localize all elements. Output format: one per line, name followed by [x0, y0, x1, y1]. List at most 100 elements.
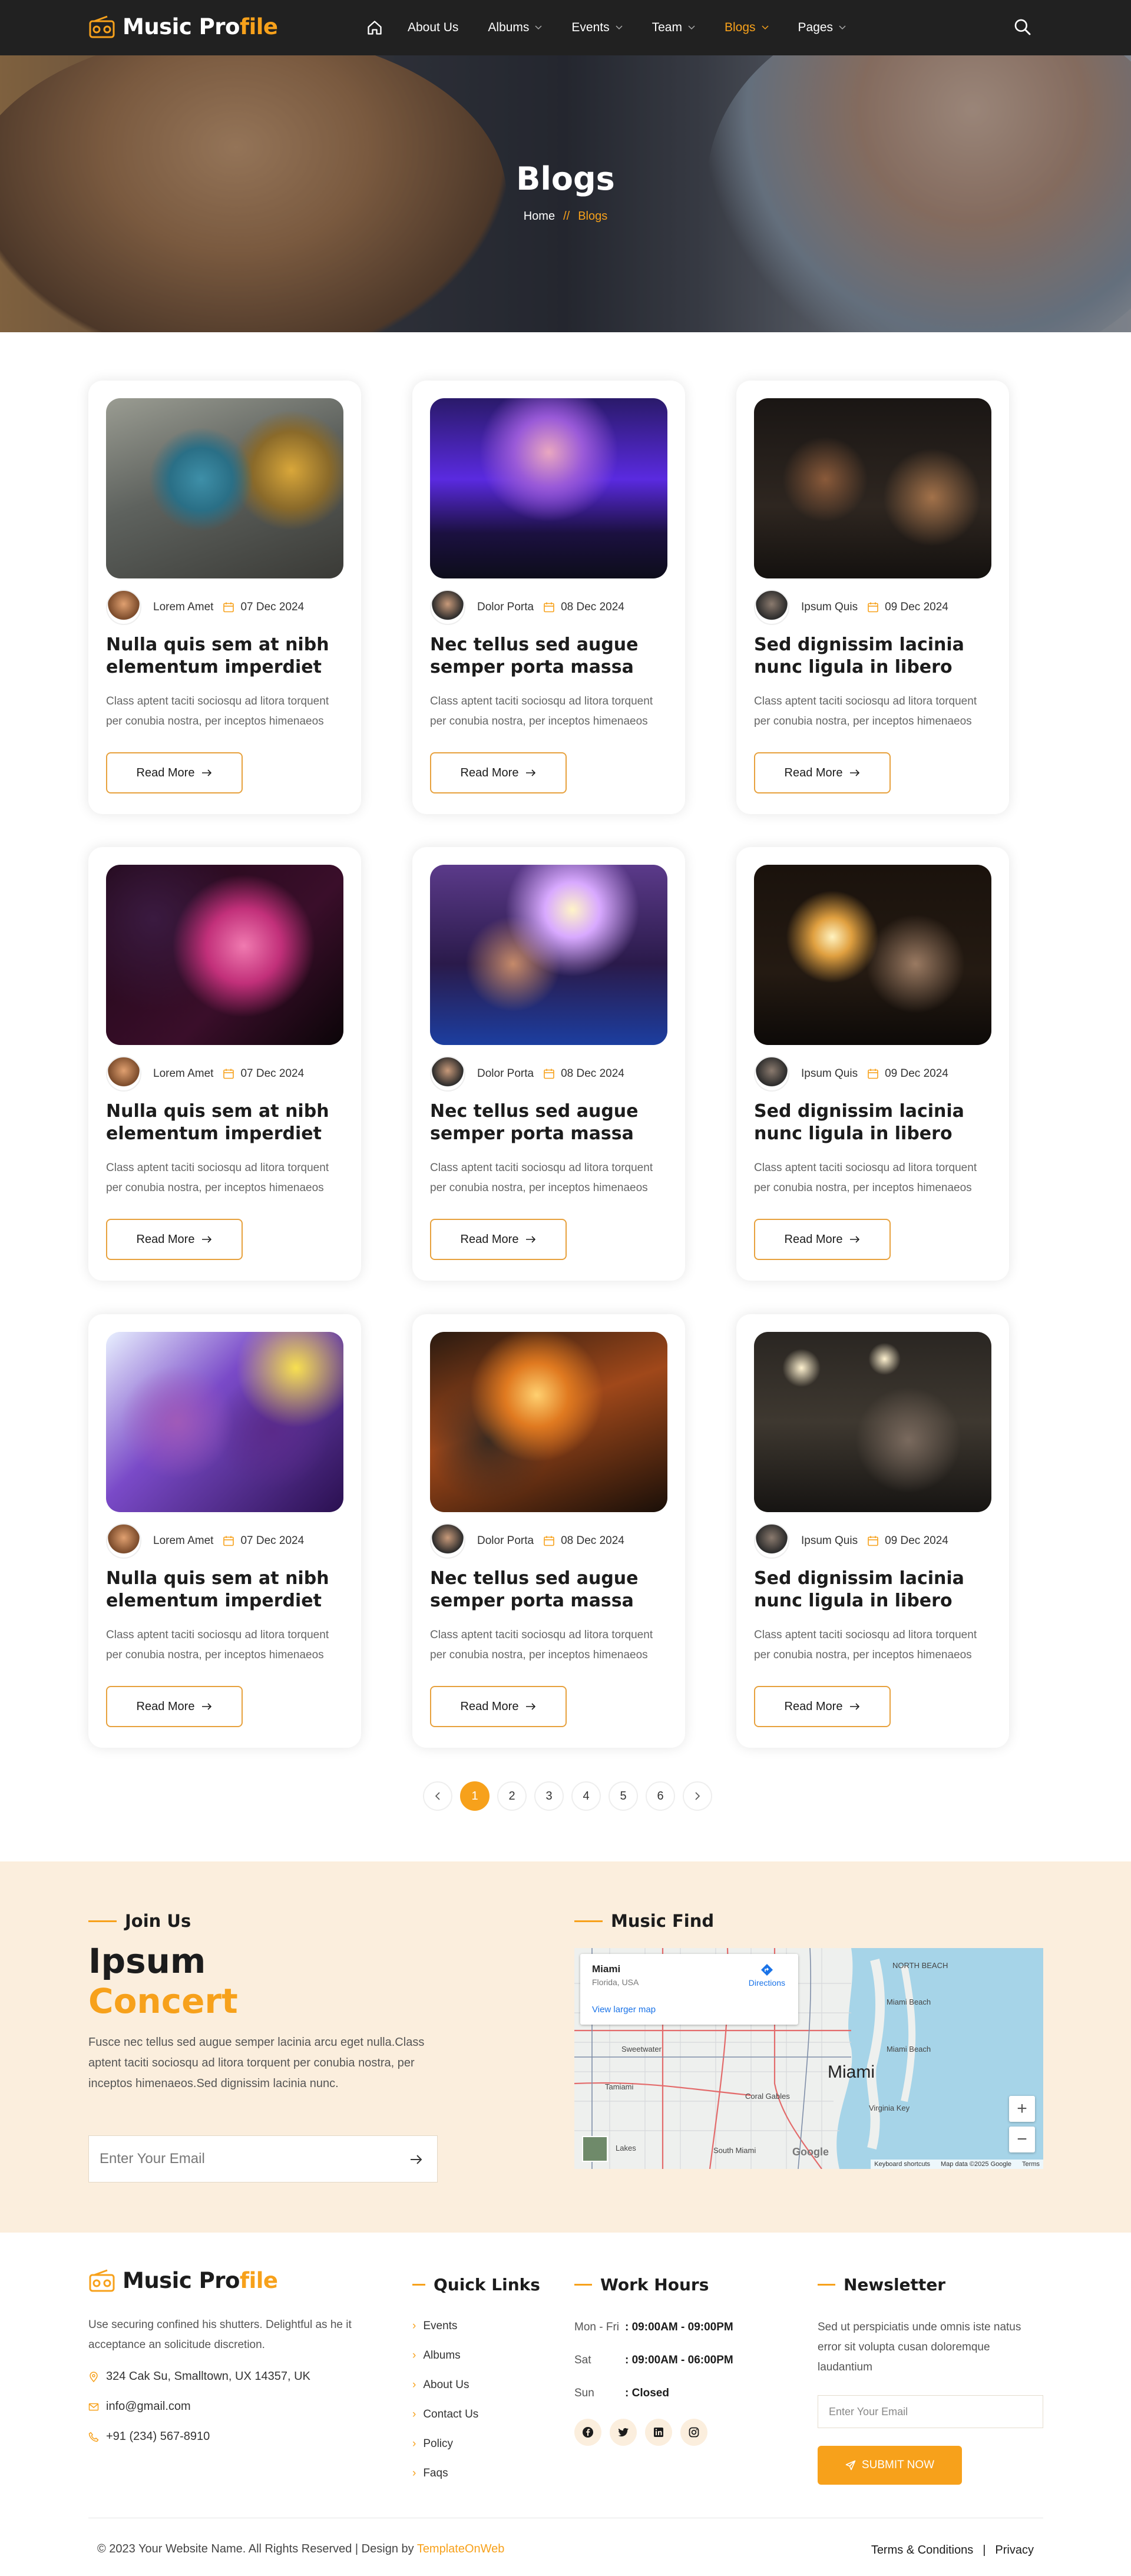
read-more-label: Read More [136, 1232, 195, 1246]
author-name[interactable]: Lorem Amet [153, 1535, 213, 1547]
map-directions[interactable]: Directions [749, 1963, 785, 1988]
quick-links-heading-label: Quick Links [434, 2275, 540, 2294]
nav-about-us[interactable]: About Us [408, 21, 458, 35]
map-zoom-in-button[interactable]: + [1009, 2096, 1035, 2122]
blog-card-image[interactable] [754, 865, 991, 1045]
blog-card-title[interactable]: Sed dignissim lacinia nunc ligula in lib… [754, 1100, 996, 1145]
location-map[interactable]: Miami NORTH BEACH Miami Beach Miami Beac… [574, 1948, 1043, 2169]
chevron-down-icon [616, 25, 623, 30]
work-hours-row: Mon - Fri: 09:00AM - 09:00PM [574, 2321, 733, 2334]
home-icon[interactable] [366, 19, 383, 36]
read-more-button[interactable]: Read More [430, 1686, 567, 1727]
blog-card-title[interactable]: Nulla quis sem at nibh elementum imperdi… [106, 634, 348, 679]
instagram-link[interactable] [680, 2419, 707, 2446]
author-name[interactable]: Dolor Porta [477, 1067, 534, 1080]
facebook-link[interactable] [574, 2419, 601, 2446]
heading-line [412, 2284, 425, 2286]
author-name[interactable]: Dolor Porta [477, 601, 534, 614]
author-name[interactable]: Lorem Amet [153, 1067, 213, 1080]
footer-link-policy[interactable]: › Policy [412, 2438, 453, 2451]
blog-card-title[interactable]: Nec tellus sed augue semper porta massa [430, 634, 672, 679]
author-avatar [754, 590, 789, 625]
search-icon[interactable] [1013, 18, 1032, 37]
designer-link[interactable]: TemplateOnWeb [417, 2542, 505, 2555]
site-logo[interactable]: Music Profile [88, 14, 278, 39]
breadcrumb-home[interactable]: Home [524, 210, 555, 223]
nav-team[interactable]: Team [652, 21, 695, 35]
post-date: 08 Dec 2024 [561, 601, 624, 613]
map-terms-link[interactable]: Terms [1022, 2161, 1040, 2168]
footer-logo[interactable]: Music Profile [88, 2268, 278, 2293]
pagination-prev[interactable] [423, 1781, 452, 1811]
blog-card-title[interactable]: Nec tellus sed augue semper porta massa [430, 1100, 672, 1145]
pagination-page[interactable]: 6 [646, 1781, 675, 1811]
footer-link-events[interactable]: › Events [412, 2320, 457, 2333]
blog-card-image[interactable] [754, 1332, 991, 1512]
read-more-button[interactable]: Read More [754, 1686, 891, 1727]
blog-card-image[interactable] [430, 865, 667, 1045]
pagination-next[interactable] [683, 1781, 712, 1811]
nav-events[interactable]: Events [571, 21, 623, 35]
blog-card-title[interactable]: Nulla quis sem at nibh elementum imperdi… [106, 1568, 348, 1612]
nav-about-us-label: About Us [408, 21, 459, 34]
read-more-button[interactable]: Read More [106, 1686, 243, 1727]
breadcrumb-current: Blogs [578, 210, 608, 223]
footer-link-albums[interactable]: › Albums [412, 2349, 461, 2362]
blog-card-title[interactable]: Sed dignissim lacinia nunc ligula in lib… [754, 1568, 996, 1612]
blog-card-meta: Dolor Porta 08 Dec 2024 [430, 1523, 624, 1559]
blog-card-title[interactable]: Sed dignissim lacinia nunc ligula in lib… [754, 634, 996, 679]
join-email-input[interactable]: Enter Your Email [88, 2135, 438, 2183]
pagination-page[interactable]: 4 [571, 1781, 601, 1811]
footer-link-contact-us[interactable]: › Contact Us [412, 2408, 478, 2421]
footer-link-faqs[interactable]: › Faqs [412, 2467, 448, 2480]
blog-card-meta: Lorem Amet 07 Dec 2024 [106, 590, 304, 625]
author-name[interactable]: Ipsum Quis [801, 1067, 858, 1080]
blog-card-image[interactable] [106, 398, 343, 578]
newsletter-submit-button[interactable]: SUBMIT NOW [818, 2446, 962, 2485]
arrow-right-icon[interactable] [409, 2152, 423, 2167]
blog-card-meta: Ipsum Quis 09 Dec 2024 [754, 1523, 948, 1559]
author-name[interactable]: Ipsum Quis [801, 1535, 858, 1547]
read-more-button[interactable]: Read More [754, 1219, 891, 1260]
directions-icon [760, 1964, 773, 1976]
newsletter-email-placeholder: Enter Your Email [829, 2405, 908, 2418]
map-keyboard-shortcuts[interactable]: Keyboard shortcuts [874, 2161, 930, 2168]
blog-card-image[interactable] [106, 1332, 343, 1512]
privacy-link[interactable]: Privacy [995, 2544, 1034, 2557]
blog-card-title[interactable]: Nulla quis sem at nibh elementum imperdi… [106, 1100, 348, 1145]
author-name[interactable]: Dolor Porta [477, 1535, 534, 1547]
read-more-button[interactable]: Read More [430, 1219, 567, 1260]
footer-link-about-us[interactable]: › About Us [412, 2379, 469, 2392]
pagination-page[interactable]: 2 [497, 1781, 527, 1811]
nav-pages[interactable]: Pages [798, 21, 846, 35]
author-name[interactable]: Lorem Amet [153, 601, 213, 614]
twitter-link[interactable] [610, 2419, 637, 2446]
read-more-button[interactable]: Read More [106, 1219, 243, 1260]
blog-card-image[interactable] [754, 398, 991, 578]
blog-card-image[interactable] [106, 865, 343, 1045]
blog-card-title[interactable]: Nec tellus sed augue semper porta massa [430, 1568, 672, 1612]
pagination-page[interactable]: 3 [534, 1781, 564, 1811]
terms-link[interactable]: Terms & Conditions [871, 2544, 973, 2557]
map-zoom-out-button[interactable]: − [1009, 2127, 1035, 2152]
footer-email[interactable]: info@gmail.com [88, 2400, 191, 2413]
read-more-button[interactable]: Read More [106, 752, 243, 793]
author-avatar [754, 1523, 789, 1559]
blog-card-image[interactable] [430, 1332, 667, 1512]
arrow-right-icon [202, 1236, 212, 1243]
view-larger-map-link[interactable]: View larger map [592, 2005, 786, 2015]
nav-blogs[interactable]: Blogs [725, 21, 769, 35]
linkedin-link[interactable] [645, 2419, 672, 2446]
pagination-page[interactable]: 1 [460, 1781, 490, 1811]
pagination-page[interactable]: 5 [609, 1781, 638, 1811]
chevron-down-icon [535, 25, 542, 30]
footer-phone[interactable]: +91 (234) 567-8910 [88, 2430, 210, 2443]
read-more-button[interactable]: Read More [430, 752, 567, 793]
read-more-button[interactable]: Read More [754, 752, 891, 793]
blog-card-image[interactable] [430, 398, 667, 578]
footer-link-label: About Us [423, 2379, 469, 2391]
newsletter-email-input[interactable]: Enter Your Email [818, 2395, 1043, 2428]
read-more-label: Read More [136, 766, 195, 779]
nav-albums[interactable]: Albums [488, 21, 542, 35]
author-name[interactable]: Ipsum Quis [801, 601, 858, 614]
